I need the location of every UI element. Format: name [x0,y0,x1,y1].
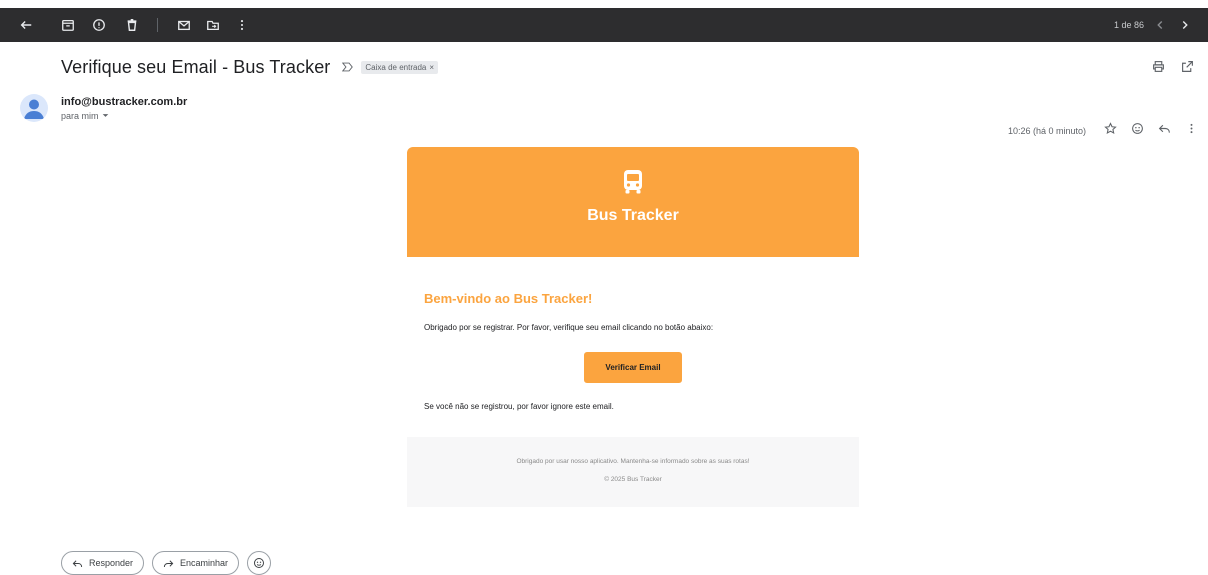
forward-label: Encaminhar [180,558,229,568]
reply-icon [72,559,83,567]
print-icon[interactable] [1152,60,1165,78]
footer-thanks: Obrigado por usar nosso aplicativo. Mant… [516,458,750,465]
chevron-left-icon[interactable] [1148,8,1172,42]
footer-copyright: © 2025 Bus Tracker [604,476,662,483]
recipient-details[interactable]: para mim [61,111,187,121]
email-footer: Obrigado por usar nosso aplicativo. Mant… [407,437,859,507]
subject-row: Verifique seu Email - Bus Tracker Caixa … [61,57,439,78]
email-header-banner: Bus Tracker [407,147,859,257]
star-icon[interactable] [1104,122,1117,140]
toolbar-divider [157,18,158,32]
forward-icon [163,559,174,567]
message-meta: 10:26 (há 0 minuto) [1008,122,1198,140]
sender-email[interactable]: info@bustracker.com.br [61,96,187,108]
forward-button[interactable]: Encaminhar [152,551,240,575]
intro-text: Obrigado por se registrar. Por favor, ve… [424,323,714,332]
remove-label-icon[interactable]: × [429,63,434,72]
reply-actions: Responder Encaminhar [61,551,272,575]
brand-title: Bus Tracker [587,207,679,224]
mark-unread-icon[interactable] [172,8,196,42]
report-spam-icon[interactable] [87,8,111,42]
sender-avatar[interactable] [20,94,48,122]
sender-block: info@bustracker.com.br para mim [61,96,187,121]
pager-text: 1 de 86 [1113,20,1144,30]
inbox-label-chip[interactable]: Caixa de entrada × [361,61,439,74]
back-arrow-icon[interactable] [14,8,38,42]
open-in-new-window-icon[interactable] [1181,60,1194,78]
verify-email-button[interactable]: Verificar Email [584,352,682,383]
bus-icon [624,170,642,194]
archive-icon[interactable] [56,8,80,42]
more-vert-icon[interactable] [230,8,254,42]
email-subject: Verifique seu Email - Bus Tracker [61,57,331,77]
welcome-heading: Bem-vindo ao Bus Tracker! [424,291,593,306]
move-to-icon[interactable] [201,8,225,42]
emoji-icon [254,558,265,568]
reply-button[interactable]: Responder [61,551,145,575]
more-options-icon[interactable] [1185,122,1198,140]
pager: 1 de 86 [1114,8,1144,42]
reply-label: Responder [89,558,134,568]
message-time: 10:26 (há 0 minuto) [1007,126,1086,136]
label-text: Caixa de entrada [365,63,427,72]
subject-actions [1152,60,1194,78]
ignore-note: Se você não se registrou, por favor igno… [424,402,614,411]
importance-marker-icon[interactable] [342,60,354,75]
recipient-text: para mim [61,111,99,121]
reply-icon[interactable] [1158,122,1171,140]
emoji-reaction-button[interactable] [247,551,272,575]
message-toolbar: 1 de 86 [0,8,1208,42]
delete-icon[interactable] [120,8,144,42]
chevron-right-icon[interactable] [1173,8,1197,42]
dropdown-arrow-icon[interactable] [102,111,109,121]
emoji-reaction-icon[interactable] [1131,122,1144,140]
